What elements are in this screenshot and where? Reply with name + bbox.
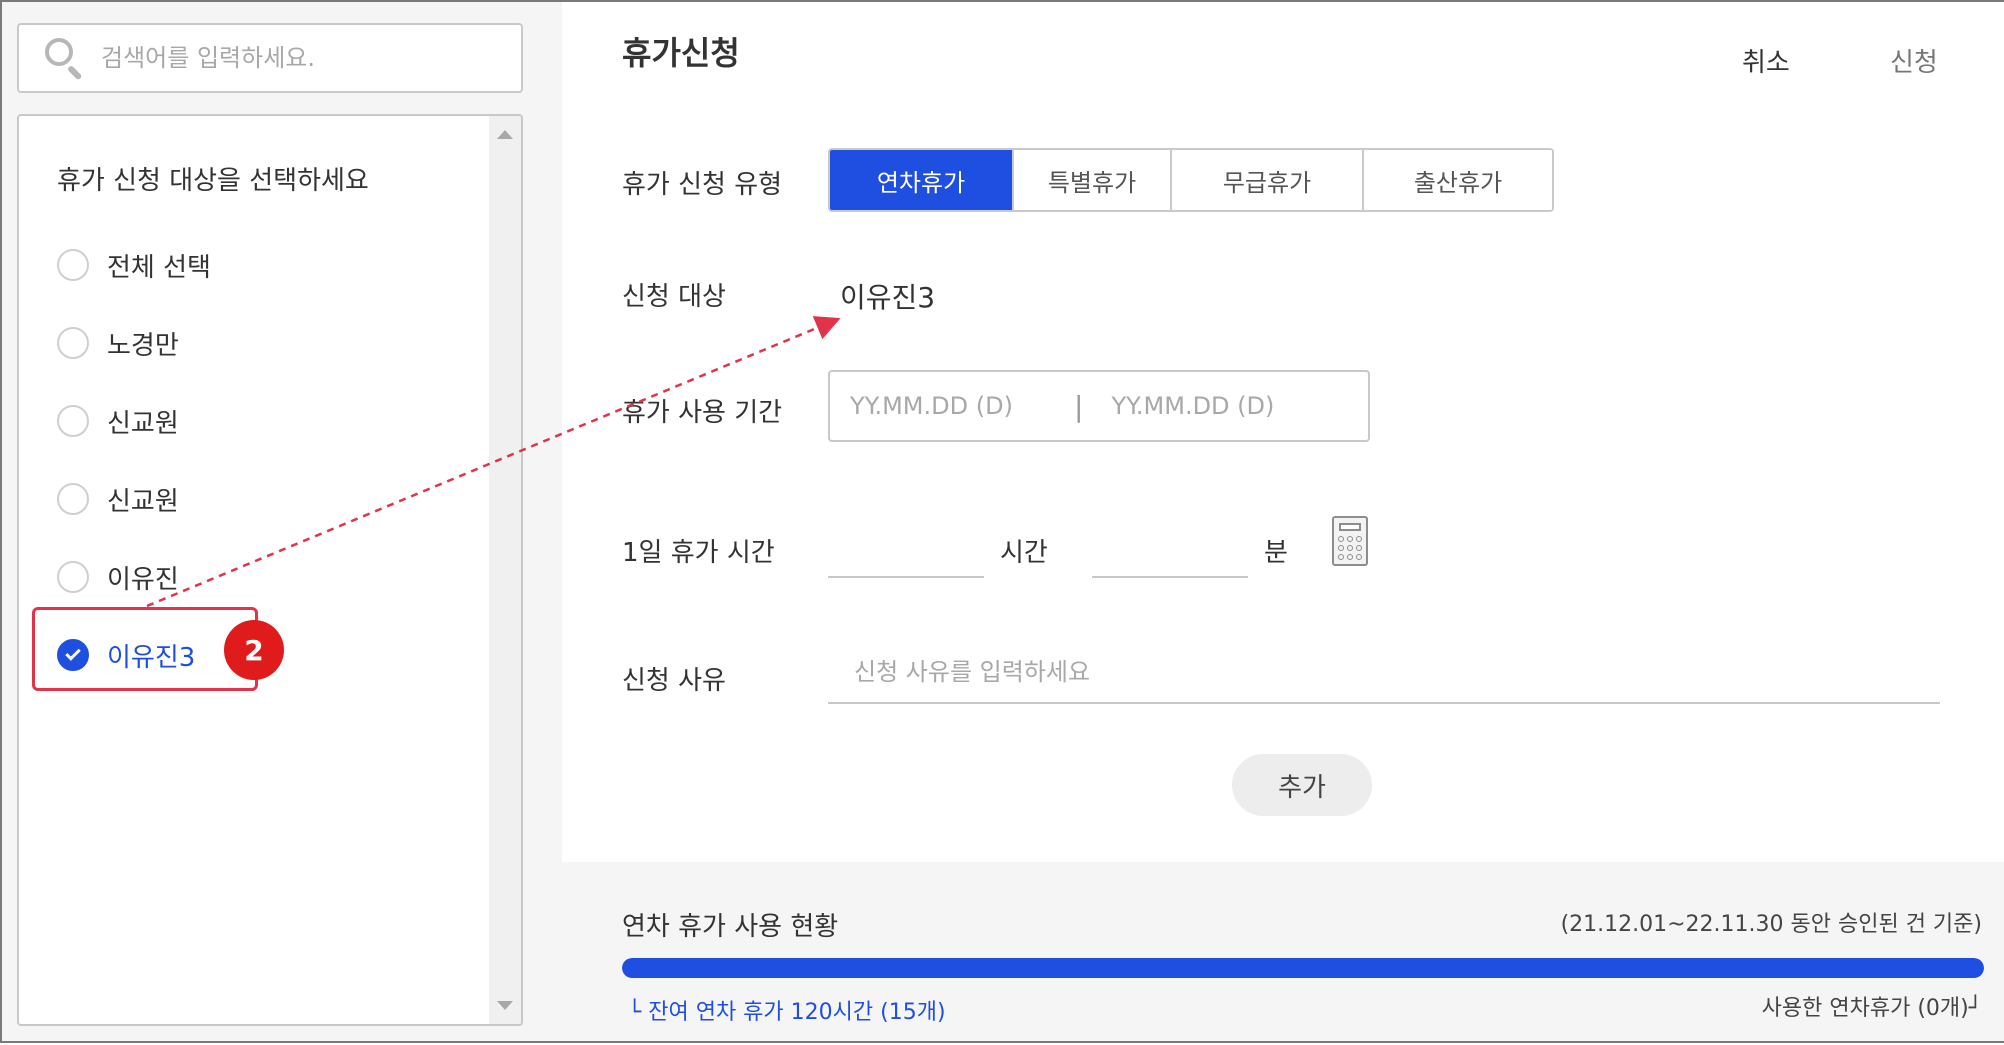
tab-unpaid-leave[interactable]: 무급휴가 [1172, 150, 1364, 210]
tab-special-leave[interactable]: 특별휴가 [1014, 150, 1172, 210]
target-list-panel: 휴가 신청 대상을 선택하세요 전체 선택 노경만 신교원 신교원 이유진 이유… [17, 114, 523, 1026]
radio-button[interactable] [57, 327, 89, 359]
usage-title: 연차 휴가 사용 현황 [622, 912, 839, 942]
reason-input[interactable] [828, 642, 1940, 704]
target-option-label: 신교원 [107, 408, 179, 439]
remaining-leave-text: └ 잔여 연차 휴가 120시간 (15개) [628, 1000, 946, 1025]
target-option[interactable]: 신교원 [57, 460, 211, 538]
tab-annual-leave[interactable]: 연차휴가 [830, 150, 1014, 210]
period-label: 휴가 사용 기간 [622, 398, 783, 428]
target-option[interactable]: 신교원 [57, 382, 211, 460]
target-list-title: 휴가 신청 대상을 선택하세요 [57, 166, 369, 196]
target-option[interactable]: 노경만 [57, 304, 211, 382]
minutes-unit-label: 분 [1264, 538, 1288, 568]
daily-hours-label: 1일 휴가 시간 [622, 538, 775, 568]
radio-button[interactable] [57, 249, 89, 281]
period-field: | [828, 370, 1370, 442]
usage-progress-fill [622, 958, 1984, 978]
app-window: 휴가 신청 대상을 선택하세요 전체 선택 노경만 신교원 신교원 [0, 0, 2004, 1043]
target-option[interactable]: 이유진 [57, 538, 211, 616]
list-scrollbar[interactable] [489, 116, 521, 1024]
target-sidebar: 휴가 신청 대상을 선택하세요 전체 선택 노경만 신교원 신교원 [2, 2, 558, 1041]
target-option-label: 신교원 [107, 486, 179, 517]
leave-type-label: 휴가 신청 유형 [622, 170, 783, 200]
target-option-label: 노경만 [107, 330, 179, 361]
leave-request-form: 휴가신청 취소 신청 휴가 신청 유형 연차휴가 특별휴가 무급휴가 출산휴가 … [562, 2, 2004, 862]
radio-button[interactable] [57, 561, 89, 593]
minutes-input[interactable] [1092, 522, 1248, 578]
hours-unit-label: 시간 [1000, 538, 1048, 568]
target-option-label: 이유진 [107, 564, 179, 595]
radio-button[interactable] [57, 483, 89, 515]
add-button[interactable]: 추가 [1232, 754, 1372, 816]
target-option-label: 전체 선택 [107, 252, 211, 283]
scroll-down-arrow-icon[interactable] [497, 1001, 513, 1010]
calculator-icon[interactable] [1332, 516, 1368, 566]
target-label: 신청 대상 [622, 282, 726, 312]
leave-type-tabs: 연차휴가 특별휴가 무급휴가 출산휴가 [828, 148, 1554, 212]
search-box [17, 23, 523, 93]
annual-leave-usage-panel: 연차 휴가 사용 현황 (21.12.01~22.11.30 동안 승인된 건 … [562, 862, 2004, 1041]
tab-maternity-leave[interactable]: 출산휴가 [1364, 150, 1552, 210]
usage-period-note: (21.12.01~22.11.30 동안 승인된 건 기준) [1560, 912, 1982, 937]
hours-input[interactable] [828, 522, 984, 578]
search-icon[interactable] [43, 36, 87, 81]
radio-button[interactable] [57, 405, 89, 437]
target-value: 이유진3 [840, 281, 936, 314]
period-end-input[interactable] [1111, 392, 1312, 420]
target-option-all[interactable]: 전체 선택 [57, 226, 211, 304]
page-title: 휴가신청 [622, 34, 740, 72]
reason-label: 신청 사유 [622, 666, 726, 696]
scroll-up-arrow-icon[interactable] [497, 130, 513, 139]
period-separator: | [1074, 389, 1084, 423]
used-leave-text: 사용한 연차휴가 (0개)┘ [1761, 996, 1982, 1021]
usage-progress-bar [622, 958, 1984, 978]
search-input[interactable] [101, 44, 501, 72]
annotation-step-badge: 2 [224, 620, 284, 680]
apply-button[interactable]: 신청 [1890, 42, 1938, 79]
cancel-button[interactable]: 취소 [1742, 42, 1790, 79]
period-start-input[interactable] [850, 392, 1050, 420]
